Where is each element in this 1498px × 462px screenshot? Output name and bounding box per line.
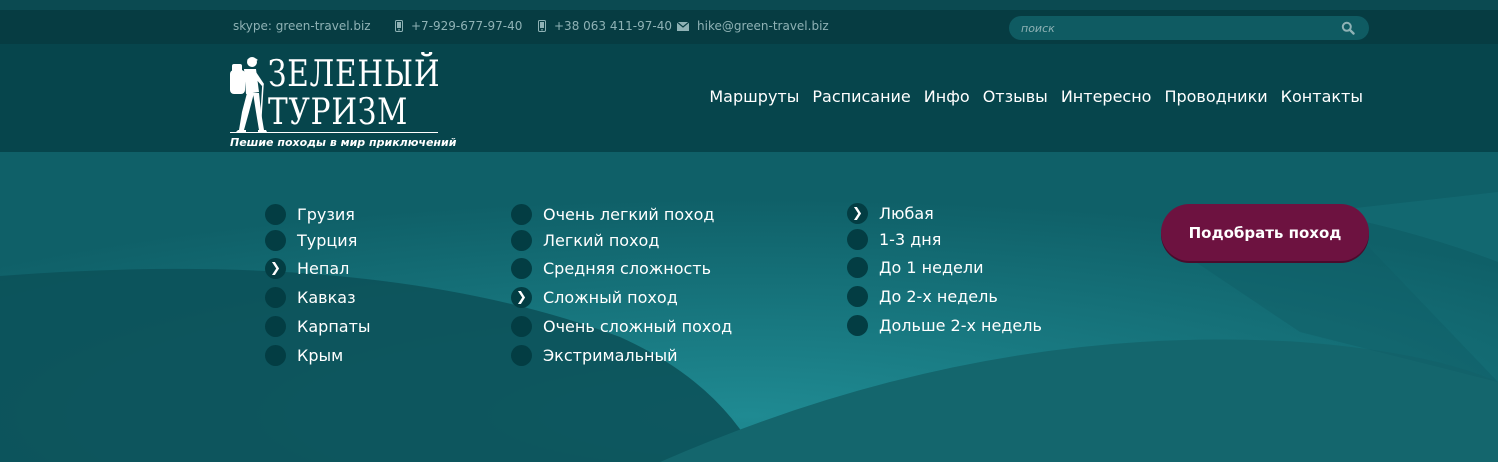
nav-item-reviews[interactable]: Отзывы — [983, 87, 1048, 106]
phone-contact-1[interactable]: +7-929-677-97-40 — [395, 19, 522, 33]
envelope-icon — [677, 21, 689, 31]
option-label: Грузия — [297, 205, 355, 224]
radio-button-selected[interactable]: ❯ — [847, 203, 868, 224]
search-input[interactable] — [1021, 19, 1331, 37]
hiker-icon — [230, 57, 267, 132]
option-label: Непал — [297, 259, 350, 278]
radio-button-selected[interactable]: ❯ — [511, 287, 532, 308]
region-option-turkey[interactable]: Турция — [265, 230, 357, 251]
radio-button[interactable] — [265, 316, 286, 337]
chevron-right-icon: ❯ — [852, 206, 863, 221]
option-label: Экстримальный — [543, 346, 678, 365]
duration-option-any[interactable]: ❯ Любая — [847, 203, 934, 224]
option-label: Дольше 2-х недель — [879, 316, 1042, 335]
option-label: 1-3 дня — [879, 230, 942, 249]
difficulty-option-very-hard[interactable]: Очень сложный поход — [511, 316, 732, 337]
region-option-carpathians[interactable]: Карпаты — [265, 316, 371, 337]
option-label: Крым — [297, 346, 344, 365]
skype-text: skype: green-travel.biz — [233, 19, 371, 33]
search-icon[interactable] — [1341, 21, 1355, 35]
option-label: Очень сложный поход — [543, 317, 733, 336]
difficulty-option-hard[interactable]: ❯ Сложный поход — [511, 287, 678, 308]
option-label: До 1 недели — [879, 258, 984, 277]
email-contact[interactable]: hike@green-travel.biz — [677, 19, 829, 33]
site-logo[interactable]: ЗЕЛЕНЫЙ ТУРИЗМ Пешие походы в мир приклю… — [228, 52, 456, 150]
region-option-nepal[interactable]: ❯ Непал — [265, 258, 349, 279]
hills-background — [0, 152, 1498, 462]
radio-button[interactable] — [511, 230, 532, 251]
difficulty-option-medium[interactable]: Средняя сложность — [511, 258, 711, 279]
skype-contact[interactable]: skype: green-travel.biz — [233, 19, 371, 33]
mobile-phone-icon — [395, 20, 403, 32]
nav-item-schedule[interactable]: Расписание — [812, 87, 910, 106]
radio-button[interactable] — [847, 229, 868, 250]
region-option-caucasus[interactable]: Кавказ — [265, 287, 356, 308]
logo-divider — [230, 132, 438, 133]
logo-title-line-2: ТУРИЗМ — [268, 92, 409, 133]
duration-option-1-3-days[interactable]: 1-3 дня — [847, 229, 941, 250]
logo-title-line-1: ЗЕЛЕНЫЙ — [268, 54, 441, 95]
main-nav: Маршруты Расписание Инфо Отзывы Интересн… — [709, 87, 1363, 106]
option-label: Сложный поход — [543, 288, 678, 307]
difficulty-option-extreme[interactable]: Экстримальный — [511, 345, 678, 366]
option-label: Карпаты — [297, 317, 371, 336]
phone-2-text: +38 063 411-97-40 — [554, 19, 672, 33]
option-label: Турция — [297, 231, 358, 250]
difficulty-option-easy[interactable]: Легкий поход — [511, 230, 659, 251]
search-box — [1009, 16, 1369, 40]
difficulty-option-very-easy[interactable]: Очень легкий поход — [511, 204, 714, 225]
option-label: Средняя сложность — [543, 259, 712, 278]
chevron-right-icon: ❯ — [270, 261, 281, 276]
phone-contact-2[interactable]: +38 063 411-97-40 — [538, 19, 672, 33]
duration-option-over-2-weeks[interactable]: Дольше 2-х недель — [847, 315, 1042, 336]
radio-button[interactable] — [511, 204, 532, 225]
radio-button[interactable] — [511, 345, 532, 366]
radio-button[interactable] — [265, 345, 286, 366]
nav-item-guides[interactable]: Проводники — [1164, 87, 1267, 106]
email-text: hike@green-travel.biz — [697, 19, 829, 33]
nav-item-info[interactable]: Инфо — [924, 87, 970, 106]
duration-option-up-to-1-week[interactable]: До 1 недели — [847, 257, 983, 278]
option-label: Легкий поход — [543, 231, 660, 250]
radio-button[interactable] — [265, 287, 286, 308]
radio-button[interactable] — [511, 316, 532, 337]
chevron-right-icon: ❯ — [516, 290, 527, 305]
option-label: До 2-х недель — [879, 287, 998, 306]
find-hike-button[interactable]: Подобрать поход — [1161, 204, 1369, 261]
option-label: Кавказ — [297, 288, 356, 307]
radio-button[interactable] — [511, 258, 532, 279]
radio-button[interactable] — [847, 315, 868, 336]
option-label: Любая — [879, 204, 934, 223]
mobile-phone-icon — [538, 20, 546, 32]
phone-1-text: +7-929-677-97-40 — [411, 19, 523, 33]
duration-option-up-to-2-weeks[interactable]: До 2-х недель — [847, 286, 998, 307]
top-stripe — [0, 0, 1498, 10]
radio-button-selected[interactable]: ❯ — [265, 258, 286, 279]
radio-button[interactable] — [847, 257, 868, 278]
contact-bar: skype: green-travel.biz +7-929-677-97-40… — [0, 10, 1498, 44]
option-label: Очень легкий поход — [543, 205, 715, 224]
region-option-crimea[interactable]: Крым — [265, 345, 343, 366]
radio-button[interactable] — [265, 204, 286, 225]
region-option-georgia[interactable]: Грузия — [265, 204, 355, 225]
logo-tagline: Пешие походы в мир приключений — [230, 136, 457, 149]
nav-item-routes[interactable]: Маршруты — [709, 87, 799, 106]
site-header: ЗЕЛЕНЫЙ ТУРИЗМ Пешие походы в мир приклю… — [0, 44, 1498, 152]
radio-button[interactable] — [265, 230, 286, 251]
nav-item-interesting[interactable]: Интересно — [1061, 87, 1152, 106]
radio-button[interactable] — [847, 286, 868, 307]
nav-item-contacts[interactable]: Контакты — [1281, 87, 1363, 106]
